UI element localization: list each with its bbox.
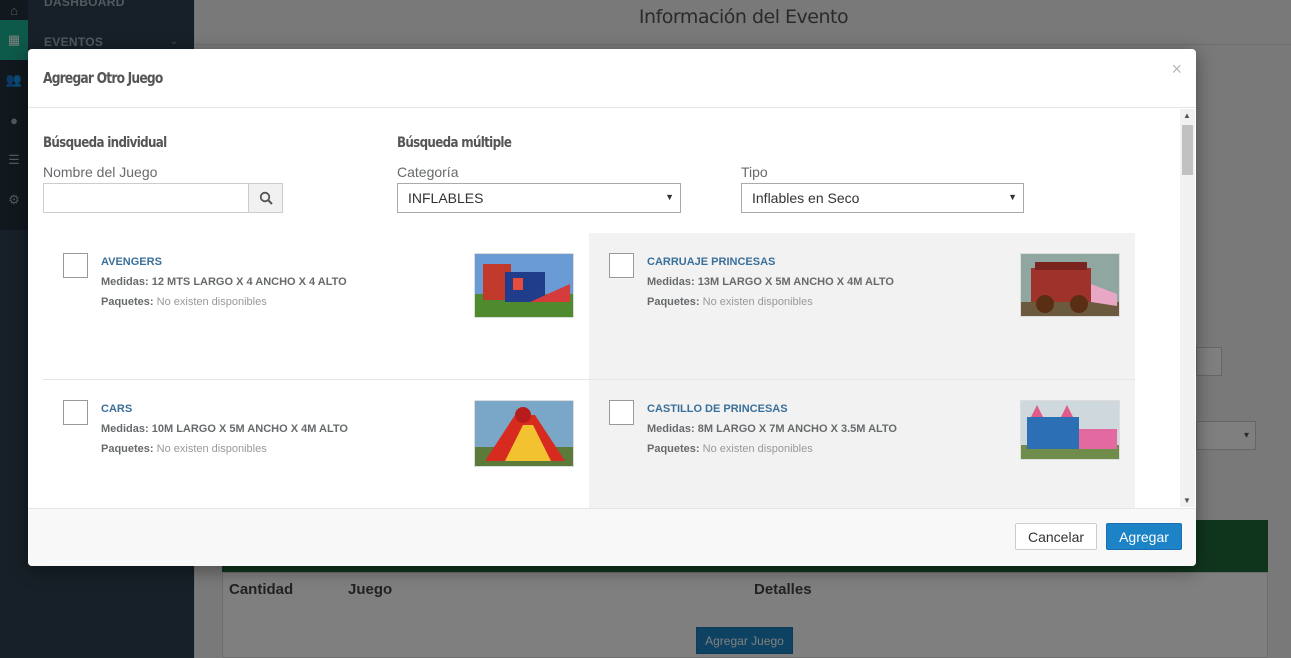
- game-checkbox[interactable]: [63, 253, 88, 278]
- game-name-input[interactable]: [43, 183, 249, 213]
- game-measures: 8M LARGO X 7M ANCHO X 3.5M ALTO: [697, 423, 897, 435]
- packages-label: Paquetes:: [101, 296, 154, 308]
- measures-label: Medidas:: [647, 423, 695, 435]
- game-card: CARS Medidas: 10M LARGO X 5M ANCHO X 4M …: [43, 380, 589, 527]
- game-name[interactable]: CARS: [101, 403, 132, 415]
- packages-label: Paquetes:: [647, 443, 700, 455]
- game-thumbnail: [1020, 253, 1120, 317]
- packages-label: Paquetes:: [647, 296, 700, 308]
- scrollbar-thumb[interactable]: [1182, 125, 1193, 175]
- game-checkbox[interactable]: [63, 400, 88, 425]
- game-checkbox[interactable]: [609, 253, 634, 278]
- measures-label: Medidas:: [647, 276, 695, 288]
- modal-scrollbar[interactable]: ▲ ▼: [1180, 109, 1195, 507]
- game-card: CARRUAJE PRINCESAS Medidas: 13M LARGO X …: [589, 233, 1135, 380]
- measures-label: Medidas:: [101, 276, 149, 288]
- game-card: CASTILLO DE PRINCESAS Medidas: 8M LARGO …: [589, 380, 1135, 527]
- scroll-up-icon[interactable]: ▲: [1183, 111, 1191, 120]
- add-game-modal: Agregar Otro Juego × Búsqueda individual…: [28, 49, 1196, 566]
- measures-label: Medidas:: [101, 423, 149, 435]
- game-measures: 12 MTS LARGO X 4 ANCHO X 4 ALTO: [151, 276, 347, 288]
- packages-label: Paquetes:: [101, 443, 154, 455]
- game-packages: No existen disponibles: [156, 296, 267, 308]
- game-name[interactable]: CASTILLO DE PRINCESAS: [647, 403, 788, 415]
- type-select[interactable]: Inflables en Seco ▼: [741, 183, 1024, 213]
- search-button[interactable]: [248, 183, 283, 213]
- game-packages: No existen disponibles: [702, 296, 813, 308]
- modal-header: Agregar Otro Juego ×: [28, 49, 1196, 108]
- game-packages: No existen disponibles: [702, 443, 813, 455]
- add-button[interactable]: Agregar: [1106, 523, 1182, 550]
- game-thumbnail: [1020, 400, 1120, 460]
- game-name[interactable]: AVENGERS: [101, 256, 162, 268]
- game-name[interactable]: CARRUAJE PRINCESAS: [647, 256, 775, 268]
- game-measures: 10M LARGO X 5M ANCHO X 4M ALTO: [151, 423, 348, 435]
- game-packages: No existen disponibles: [156, 443, 267, 455]
- game-card: AVENGERS Medidas: 12 MTS LARGO X 4 ANCHO…: [43, 233, 589, 380]
- type-select-value: Inflables en Seco: [752, 190, 860, 206]
- type-label: Tipo: [741, 164, 768, 180]
- game-name-label: Nombre del Juego: [43, 164, 158, 180]
- individual-search-title: Búsqueda individual: [43, 135, 167, 151]
- search-icon: [259, 191, 273, 205]
- multiple-search-title: Búsqueda múltiple: [397, 135, 512, 151]
- category-label: Categoría: [397, 164, 459, 180]
- dropdown-arrow-icon: ▼: [665, 192, 674, 202]
- game-thumbnail: [474, 400, 574, 467]
- modal-title: Agregar Otro Juego: [43, 69, 163, 87]
- cancel-button[interactable]: Cancelar: [1015, 523, 1097, 550]
- dropdown-arrow-icon: ▼: [1008, 192, 1017, 202]
- category-select[interactable]: INFLABLES ▼: [397, 183, 681, 213]
- close-icon[interactable]: ×: [1171, 59, 1182, 80]
- game-measures: 13M LARGO X 5M ANCHO X 4M ALTO: [697, 276, 894, 288]
- game-checkbox[interactable]: [609, 400, 634, 425]
- category-select-value: INFLABLES: [408, 190, 484, 206]
- scroll-down-icon[interactable]: ▼: [1183, 496, 1191, 505]
- game-thumbnail: [474, 253, 574, 318]
